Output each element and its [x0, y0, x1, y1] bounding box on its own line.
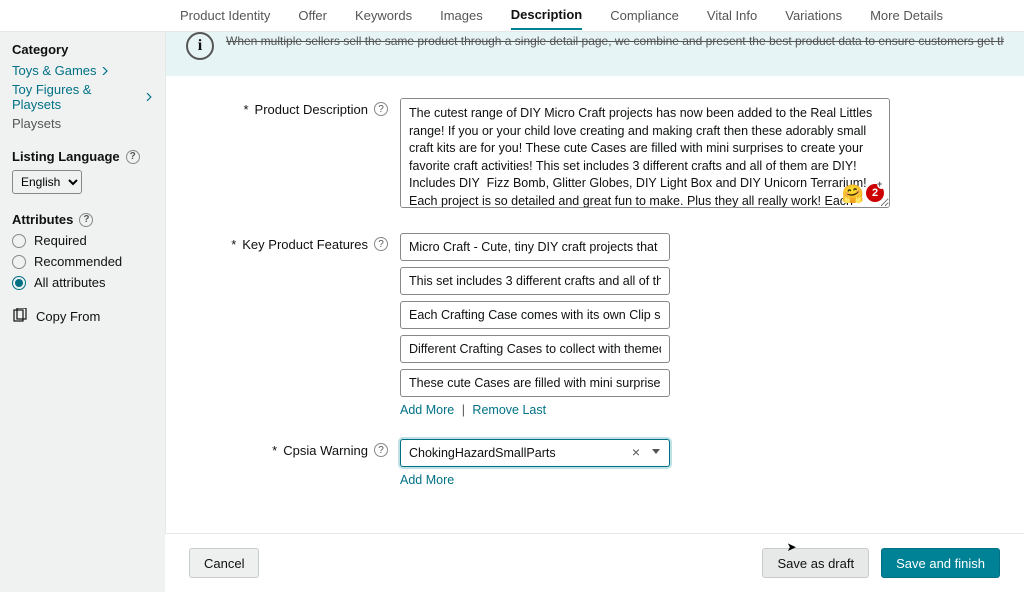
tab-images[interactable]: Images: [440, 2, 483, 29]
radio-icon: [12, 276, 26, 290]
tab-keywords[interactable]: Keywords: [355, 2, 412, 29]
required-asterisk: *: [231, 237, 236, 252]
attributes-label: Attributes: [12, 212, 73, 227]
radio-label: Recommended: [34, 254, 122, 269]
radio-label: Required: [34, 233, 87, 248]
help-icon[interactable]: ?: [374, 443, 388, 457]
help-icon[interactable]: ?: [126, 150, 140, 164]
tab-vital-info[interactable]: Vital Info: [707, 2, 757, 29]
save-draft-button[interactable]: Save as draft: [762, 548, 869, 578]
top-tabs: Product Identity Offer Keywords Images D…: [0, 0, 1024, 32]
attr-required[interactable]: Required: [12, 233, 153, 248]
breadcrumb-label: Toy Figures & Playsets: [12, 82, 141, 112]
main-panel: i When multiple sellers sell the same pr…: [165, 32, 1024, 592]
product-description-label: Product Description: [255, 102, 368, 117]
banner-text: When multiple sellers sell the same prod…: [226, 34, 1004, 48]
attr-all[interactable]: All attributes: [12, 275, 153, 290]
key-features-label: Key Product Features: [242, 237, 368, 252]
key-feature-input-5[interactable]: [400, 369, 670, 397]
chevron-right-icon: [101, 67, 109, 75]
copy-from-label: Copy From: [36, 309, 100, 324]
save-finish-button[interactable]: Save and finish: [881, 548, 1000, 578]
help-icon[interactable]: ?: [79, 213, 93, 227]
key-feature-input-1[interactable]: [400, 233, 670, 261]
add-more-cpsia[interactable]: Add More: [400, 473, 454, 487]
key-feature-input-2[interactable]: [400, 267, 670, 295]
breadcrumb-toy-figures[interactable]: Toy Figures & Playsets: [12, 82, 153, 112]
tab-offer[interactable]: Offer: [298, 2, 327, 29]
help-icon[interactable]: ?: [374, 237, 388, 251]
language-select[interactable]: English: [12, 170, 82, 194]
footer-bar: Cancel ➤ Save as draft Save and finish: [165, 533, 1024, 592]
info-icon: i: [186, 32, 214, 60]
attr-recommended[interactable]: Recommended: [12, 254, 153, 269]
radio-icon: [12, 255, 26, 269]
required-asterisk: *: [272, 443, 277, 458]
listing-language-label: Listing Language: [12, 149, 120, 164]
breadcrumb-label: Toys & Games: [12, 63, 97, 78]
info-banner: i When multiple sellers sell the same pr…: [166, 32, 1024, 76]
cpsia-warning-input[interactable]: [400, 439, 670, 467]
tab-variations[interactable]: Variations: [785, 2, 842, 29]
add-more-feature[interactable]: Add More: [400, 403, 454, 417]
required-asterisk: *: [243, 102, 248, 117]
product-description-input[interactable]: [400, 98, 890, 208]
cancel-button[interactable]: Cancel: [189, 548, 259, 578]
cpsia-warning-label: Cpsia Warning: [283, 443, 368, 458]
breadcrumb-toys-games[interactable]: Toys & Games: [12, 63, 153, 78]
sidebar: Category Toys & Games Toy Figures & Play…: [0, 32, 165, 592]
tab-compliance[interactable]: Compliance: [610, 2, 679, 29]
category-heading: Category: [12, 42, 153, 57]
separator: |: [462, 403, 465, 417]
clear-icon[interactable]: ×: [632, 444, 640, 460]
key-feature-input-4[interactable]: [400, 335, 670, 363]
breadcrumb-playsets: Playsets: [12, 116, 153, 131]
tab-more-details[interactable]: More Details: [870, 2, 943, 29]
chevron-down-icon[interactable]: [652, 449, 660, 454]
copy-from[interactable]: Copy From: [12, 308, 153, 324]
radio-icon: [12, 234, 26, 248]
key-feature-input-3[interactable]: [400, 301, 670, 329]
tab-description[interactable]: Description: [511, 1, 583, 30]
remove-last-feature[interactable]: Remove Last: [472, 403, 546, 417]
help-icon[interactable]: ?: [374, 102, 388, 116]
copy-icon: [12, 308, 28, 324]
chevron-right-icon: [145, 93, 153, 101]
radio-label: All attributes: [34, 275, 106, 290]
tab-product-identity[interactable]: Product Identity: [180, 2, 270, 29]
